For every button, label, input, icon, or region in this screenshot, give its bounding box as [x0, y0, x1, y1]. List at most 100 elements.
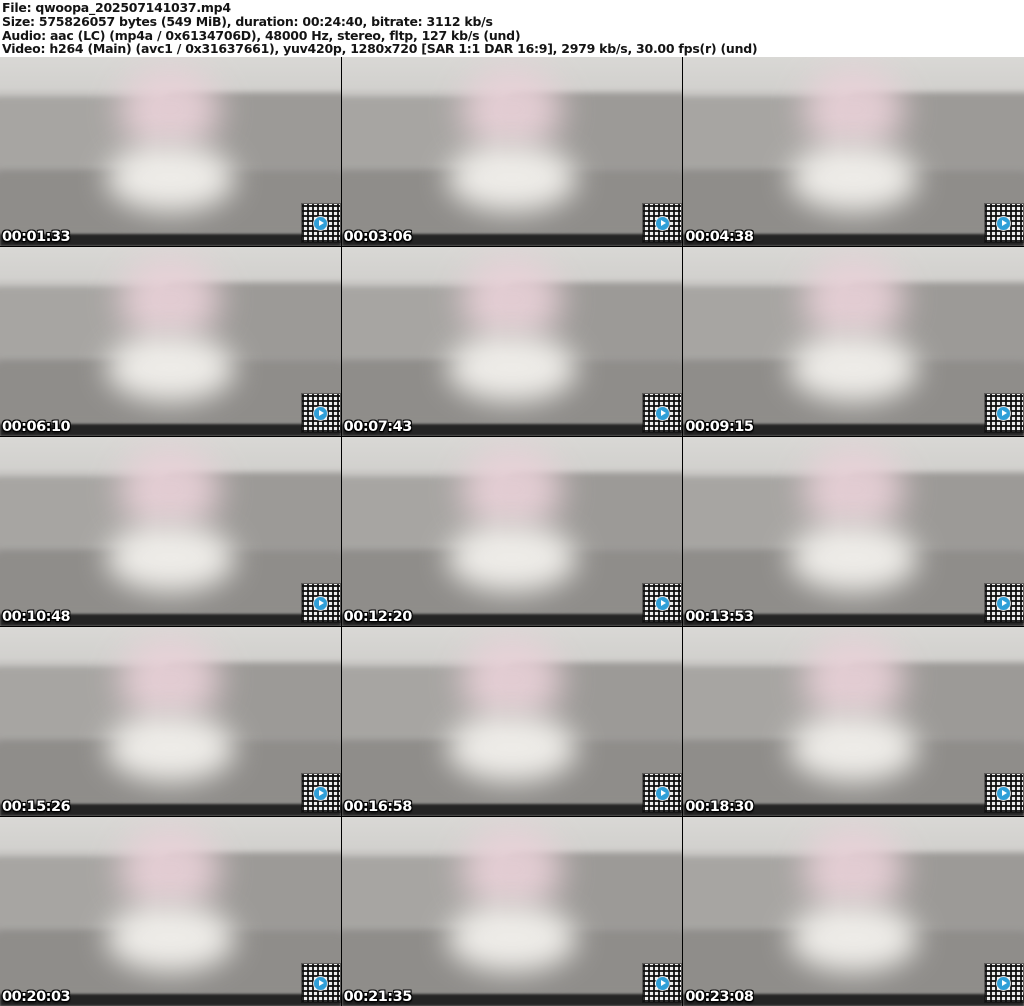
qr-watermark — [301, 394, 340, 432]
placeholder-desk-edge — [341, 614, 683, 626]
placeholder-couch-seat — [683, 932, 1024, 993]
placeholder-desk-edge — [341, 994, 683, 1006]
placeholder-couch-cushion — [683, 856, 864, 929]
thumbnail-grid: 00:01:33 00:03:06 00:04:38 00:06:10 00:0… — [0, 57, 1024, 1006]
qr-watermark — [984, 964, 1023, 1002]
qr-watermark — [301, 584, 340, 622]
telegram-logo-icon — [655, 596, 669, 610]
video-thumbnail: 00:09:15 — [683, 247, 1024, 436]
video-thumbnail: 00:15:26 — [0, 627, 341, 816]
placeholder-subject-blur — [119, 638, 222, 722]
placeholder-desk-edge — [341, 804, 683, 816]
placeholder-desk-edge — [683, 614, 1024, 626]
video-thumbnail: 00:03:06 — [341, 57, 683, 246]
placeholder-desk-edge — [683, 804, 1024, 816]
placeholder-couch-cushion — [341, 286, 523, 359]
placeholder-couch-seat — [341, 552, 683, 613]
video-thumbnail: 00:13:53 — [683, 437, 1024, 626]
placeholder-subject-blur — [460, 258, 564, 342]
placeholder-couch-seat — [0, 932, 341, 993]
placeholder-couch-seat — [0, 362, 341, 423]
placeholder-couch-seat — [0, 552, 341, 613]
placeholder-couch-cushion — [341, 96, 523, 169]
placeholder-desk-edge — [683, 994, 1024, 1006]
telegram-logo-icon — [655, 786, 669, 800]
placeholder-subject-blur — [447, 143, 577, 212]
placeholder-subject-blur — [788, 903, 919, 972]
telegram-logo-icon — [997, 216, 1011, 230]
placeholder-couch-cushion — [501, 852, 683, 929]
placeholder-desk-edge — [683, 234, 1024, 246]
qr-watermark — [643, 774, 682, 812]
timestamp-label: 00:16:58 — [343, 799, 413, 815]
placeholder-couch-seat — [683, 362, 1024, 423]
placeholder-couch-cushion — [160, 92, 341, 169]
telegram-logo-icon — [655, 216, 669, 230]
placeholder-desk-edge — [0, 234, 341, 246]
timestamp-label: 00:15:26 — [2, 799, 71, 815]
timestamp-label: 00:18:30 — [685, 799, 754, 815]
placeholder-subject-blur — [788, 713, 919, 782]
placeholder-subject-blur — [802, 828, 905, 912]
video-thumbnail: 00:20:03 — [0, 817, 341, 1006]
placeholder-couch-cushion — [501, 282, 683, 359]
qr-watermark — [643, 584, 682, 622]
placeholder-couch-cushion — [160, 852, 341, 929]
placeholder-subject-blur — [119, 448, 222, 532]
timestamp-label: 00:12:20 — [343, 609, 413, 625]
placeholder-couch-cushion — [341, 476, 523, 549]
placeholder-couch-cushion — [160, 662, 341, 739]
placeholder-subject-blur — [447, 333, 577, 402]
video-thumbnail: 00:23:08 — [683, 817, 1024, 1006]
qr-watermark — [984, 204, 1023, 242]
placeholder-desk-edge — [341, 424, 683, 436]
video-thumbnail: 00:01:33 — [0, 57, 341, 246]
placeholder-subject-blur — [802, 68, 905, 152]
placeholder-subject-blur — [788, 523, 919, 592]
placeholder-subject-blur — [460, 68, 564, 152]
telegram-logo-icon — [997, 786, 1011, 800]
telegram-logo-icon — [997, 976, 1011, 990]
timestamp-label: 00:01:33 — [2, 229, 71, 245]
video-thumbnail: 00:06:10 — [0, 247, 341, 436]
qr-watermark — [984, 394, 1023, 432]
placeholder-couch-cushion — [341, 856, 523, 929]
placeholder-couch-seat — [0, 742, 341, 803]
placeholder-couch-seat — [341, 932, 683, 993]
placeholder-subject-blur — [119, 828, 222, 912]
telegram-logo-icon — [997, 406, 1011, 420]
telegram-logo-icon — [314, 976, 328, 990]
telegram-logo-icon — [314, 596, 328, 610]
timestamp-label: 00:09:15 — [685, 419, 754, 435]
placeholder-couch-cushion — [501, 662, 683, 739]
qr-watermark — [643, 394, 682, 432]
placeholder-subject-blur — [105, 903, 236, 972]
placeholder-subject-blur — [447, 523, 577, 592]
placeholder-subject-blur — [105, 713, 236, 782]
telegram-logo-icon — [655, 976, 669, 990]
video-thumbnail: 00:18:30 — [683, 627, 1024, 816]
placeholder-subject-blur — [788, 333, 919, 402]
placeholder-couch-cushion — [501, 472, 683, 549]
placeholder-subject-blur — [105, 523, 236, 592]
placeholder-subject-blur — [802, 448, 905, 532]
placeholder-subject-blur — [802, 638, 905, 722]
timestamp-label: 00:04:38 — [685, 229, 754, 245]
placeholder-couch-seat — [341, 742, 683, 803]
timestamp-label: 00:10:48 — [2, 609, 71, 625]
placeholder-couch-seat — [683, 552, 1024, 613]
qr-watermark — [984, 774, 1023, 812]
placeholder-subject-blur — [460, 828, 564, 912]
placeholder-subject-blur — [105, 143, 236, 212]
qr-watermark — [301, 204, 340, 242]
video-thumbnail: 00:21:35 — [341, 817, 683, 1006]
placeholder-subject-blur — [460, 638, 564, 722]
qr-watermark — [301, 774, 340, 812]
qr-watermark — [643, 204, 682, 242]
timestamp-label: 00:13:53 — [685, 609, 754, 625]
placeholder-subject-blur — [119, 258, 222, 342]
placeholder-couch-cushion — [0, 666, 181, 739]
placeholder-subject-blur — [119, 68, 222, 152]
placeholder-couch-seat — [683, 742, 1024, 803]
placeholder-subject-blur — [460, 448, 564, 532]
